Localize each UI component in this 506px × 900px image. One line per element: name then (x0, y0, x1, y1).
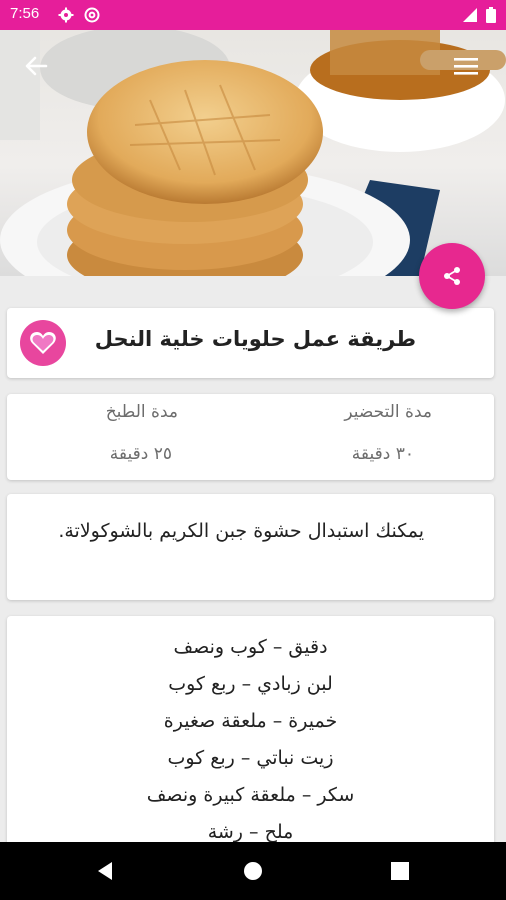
ingredients-card: دقيق – كوب ونصف لبن زبادي – ربع كوب خمير… (7, 616, 494, 856)
ingredient-item: دقيق – كوب ونصف (173, 636, 328, 658)
ingredient-item: سكر – ملعقة كبيرة ونصف (146, 784, 355, 806)
status-bar: 7:56 (0, 0, 506, 30)
system-nav-bar (0, 842, 506, 900)
ingredient-item: لبن زبادي – ربع كوب (168, 673, 333, 695)
signal-icon (463, 8, 477, 22)
tip-card: يمكنك استبدال حشوة جبن الكريم بالشوكولات… (7, 494, 494, 600)
share-button[interactable] (419, 243, 485, 309)
ingredient-item: خميرة – ملعقة صغيرة (163, 710, 338, 732)
status-time: 7:56 (10, 5, 40, 22)
cook-time-value: ٢٥ دقيقة (109, 444, 172, 464)
at-sign-icon (84, 7, 100, 23)
tip-text: يمكنك استبدال حشوة جبن الكريم بالشوكولات… (58, 520, 424, 542)
cook-time-label: مدة الطبخ (105, 402, 178, 422)
battery-icon (486, 7, 496, 23)
ingredient-item: ملح – رشة (207, 821, 294, 843)
cookie-photo (0, 30, 506, 276)
arrow-left-icon[interactable] (20, 50, 52, 82)
nav-home-icon[interactable] (241, 859, 265, 883)
times-card: مدة التحضير ٣٠ دقيقة مدة الطبخ ٢٥ دقيقة (7, 394, 494, 480)
favorite-button[interactable] (20, 320, 66, 366)
prep-time-label: مدة التحضير (344, 402, 432, 422)
share-icon (444, 267, 460, 285)
nav-back-icon[interactable] (94, 859, 118, 883)
prep-time-value: ٣٠ دقيقة (351, 444, 414, 464)
hamburger-menu-icon[interactable] (450, 50, 482, 82)
recipe-hero-image (0, 30, 506, 276)
recipe-title-card: طريقة عمل حلويات خلية النحل (7, 308, 494, 378)
nav-recents-icon[interactable] (388, 859, 412, 883)
recipe-title: طريقة عمل حلويات خلية النحل (94, 327, 416, 351)
gear-icon (58, 7, 74, 23)
heart-icon (30, 332, 56, 354)
ingredient-item: زيت نباتي – ربع كوب (167, 747, 334, 769)
